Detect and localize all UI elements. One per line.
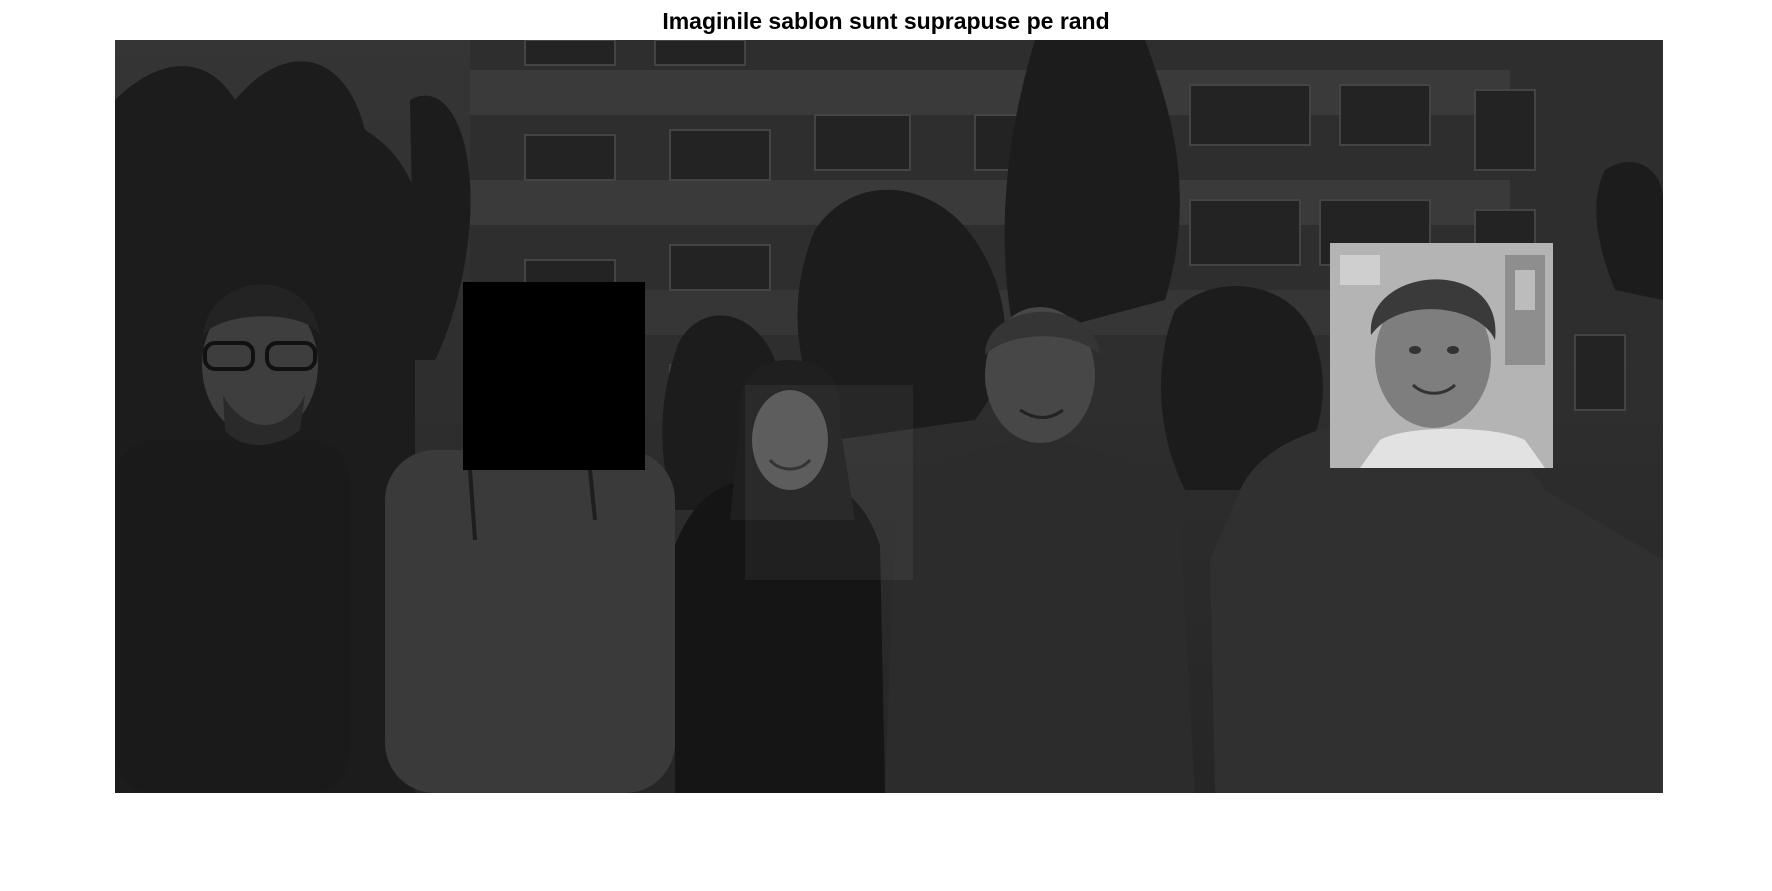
template-overlay-patch xyxy=(463,282,645,470)
image-axes xyxy=(115,40,1663,793)
template-overlay-patch xyxy=(1330,243,1553,468)
figure-title: Imaginile sablon sunt suprapuse pe rand xyxy=(662,8,1110,34)
person-silhouette xyxy=(385,450,675,793)
group-photo-image xyxy=(115,40,1663,793)
template-overlay-patch xyxy=(745,385,913,580)
